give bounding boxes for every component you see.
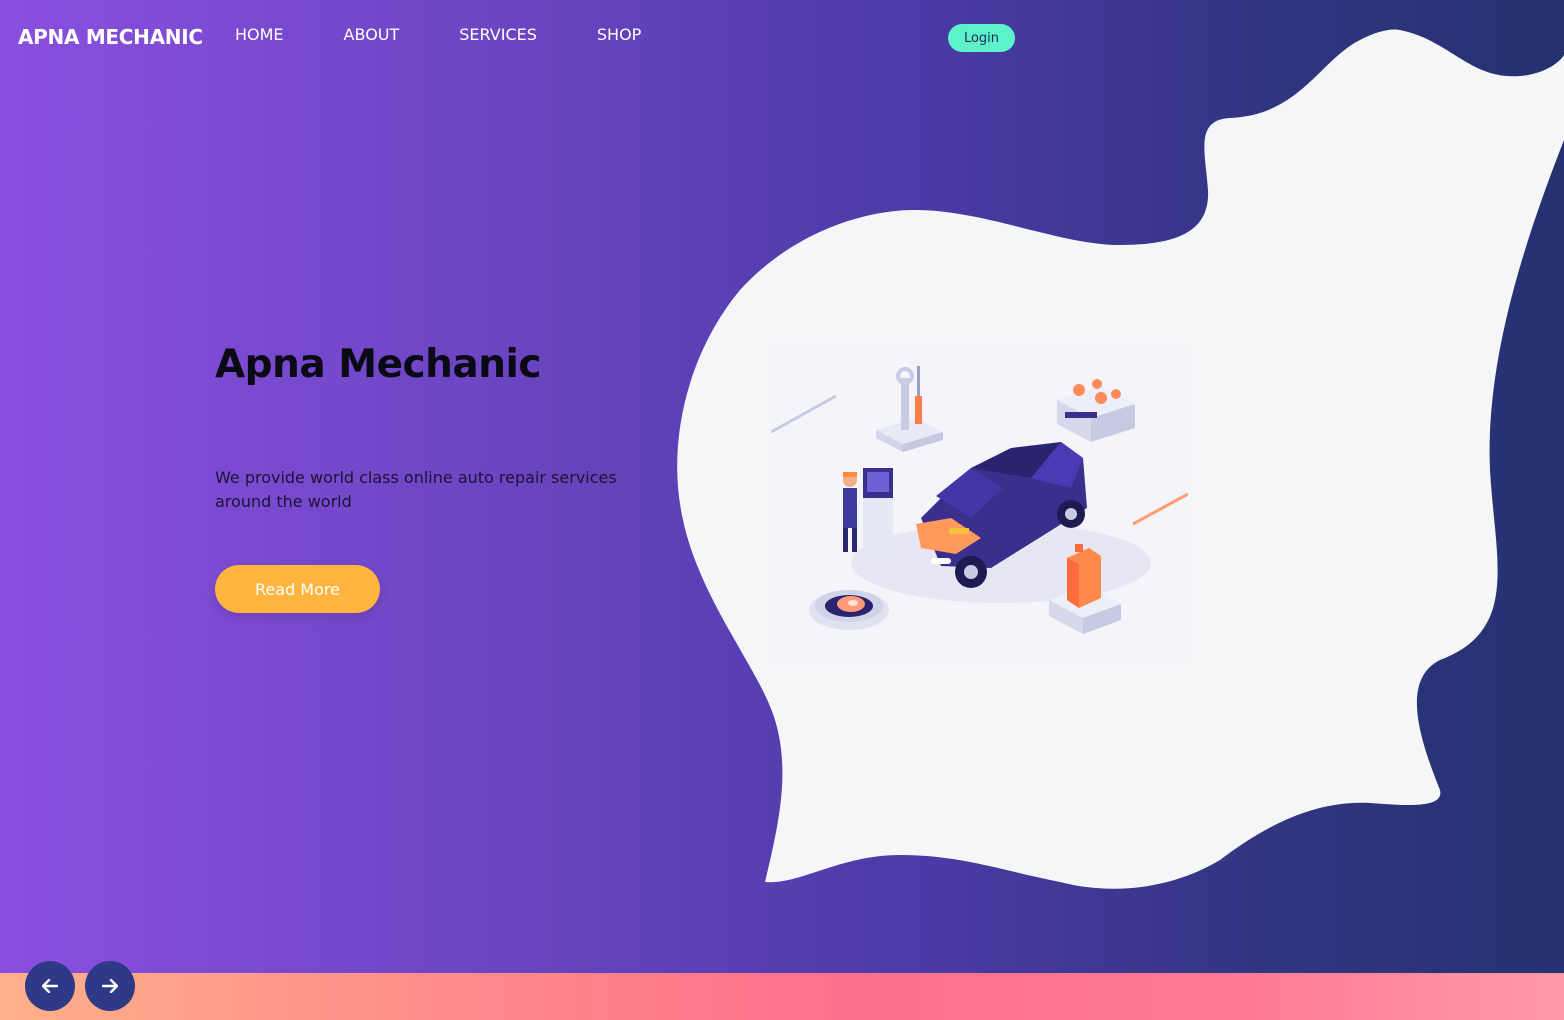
hero-description: We provide world class online auto repai… (215, 468, 617, 511)
car-repair-image (770, 348, 1189, 660)
hero-title: Apna Mechanic (215, 342, 541, 387)
hero-section: APNA MECHANIC HOME ABOUT SERVICES SHOP L… (0, 0, 1564, 973)
login-button[interactable]: Login (948, 24, 1015, 52)
nav-shop[interactable]: SHOP (597, 25, 641, 44)
bottom-gradient-bar (0, 973, 1564, 1020)
nav-about[interactable]: ABOUT (344, 25, 400, 44)
turntable (809, 590, 889, 630)
slider-next-button[interactable] (85, 961, 135, 1011)
slider-prev-button[interactable] (25, 961, 75, 1011)
main-nav: HOME ABOUT SERVICES SHOP (235, 25, 701, 44)
arrow-right-icon (102, 979, 118, 993)
brand-logo[interactable]: APNA MECHANIC (18, 25, 203, 49)
nav-home[interactable]: HOME (235, 25, 284, 44)
car-repair-illustration (770, 348, 1189, 660)
arrow-left-icon (42, 979, 58, 993)
nav-services[interactable]: SERVICES (459, 25, 537, 44)
read-more-button[interactable]: Read More (215, 565, 380, 613)
